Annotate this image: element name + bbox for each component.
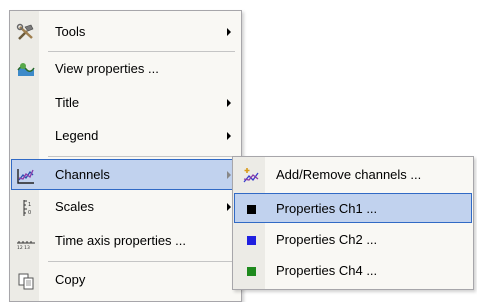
menu-item-tools[interactable]: Tools <box>12 17 239 48</box>
submenu-arrow-icon <box>227 132 231 140</box>
view-properties-icon <box>16 60 36 80</box>
svg-text:0: 0 <box>28 210 31 216</box>
submenu-arrow-icon <box>227 171 231 179</box>
submenu-item-label: Properties Ch1 ... <box>276 201 378 216</box>
submenu-item-label: Properties Ch2 ... <box>276 232 378 247</box>
channels-submenu: Add/Remove channels ... Properties Ch1 .… <box>232 156 474 290</box>
menu-item-label: Tools <box>55 24 86 39</box>
svg-text:12 13: 12 13 <box>17 245 30 251</box>
menu-item-legend[interactable]: Legend <box>12 121 239 152</box>
menu-separator <box>48 51 235 52</box>
menu-item-title[interactable]: Title <box>12 88 239 119</box>
submenu-arrow-icon <box>227 28 231 36</box>
svg-text:1: 1 <box>28 202 31 208</box>
time-axis-icon: 12 13 <box>16 232 36 252</box>
menu-item-scales[interactable]: 1 0 Scales <box>12 192 239 223</box>
submenu-arrow-icon <box>227 203 231 211</box>
menu-item-label: Title <box>55 95 80 110</box>
submenu-item-label: Add/Remove channels ... <box>276 167 422 182</box>
menu-item-copy[interactable]: Copy <box>12 265 239 296</box>
menu-item-label: Channels <box>55 167 110 182</box>
submenu-item-properties-ch4[interactable]: Properties Ch4 ... <box>235 256 471 286</box>
menu-separator <box>48 261 235 262</box>
menu-item-label: Legend <box>55 128 99 143</box>
menu-item-channels[interactable]: Channels <box>11 159 240 190</box>
menu-item-label: Copy <box>55 272 86 287</box>
scales-icon: 1 0 <box>16 198 36 218</box>
menu-item-time-axis-properties[interactable]: 12 13 Time axis properties ... <box>12 226 239 257</box>
tools-icon <box>16 23 36 43</box>
add-remove-channels-icon <box>241 166 261 184</box>
menu-item-label: Time axis properties ... <box>55 233 187 248</box>
channels-icon <box>16 166 36 186</box>
menu-item-view-properties[interactable]: View properties ... <box>12 54 239 85</box>
channel-color-swatch-icon <box>241 262 261 280</box>
channel-color-swatch-icon <box>241 200 261 218</box>
swatch-ch2 <box>246 235 256 245</box>
copy-icon <box>16 271 36 291</box>
submenu-item-label: Properties Ch4 ... <box>276 263 378 278</box>
submenu-arrow-icon <box>227 99 231 107</box>
submenu-item-properties-ch1[interactable]: Properties Ch1 ... <box>234 193 472 223</box>
swatch-ch1 <box>246 204 256 214</box>
menu-item-label: Scales <box>55 199 95 214</box>
swatch-ch4 <box>246 266 256 276</box>
channel-color-swatch-icon <box>241 231 261 249</box>
context-menu: Tools View properties ... Title Legend C… <box>9 10 242 302</box>
submenu-item-properties-ch2[interactable]: Properties Ch2 ... <box>235 225 471 255</box>
menu-item-label: View properties ... <box>55 61 159 76</box>
submenu-item-add-remove-channels[interactable]: Add/Remove channels ... <box>235 160 471 190</box>
menu-separator <box>48 156 235 157</box>
